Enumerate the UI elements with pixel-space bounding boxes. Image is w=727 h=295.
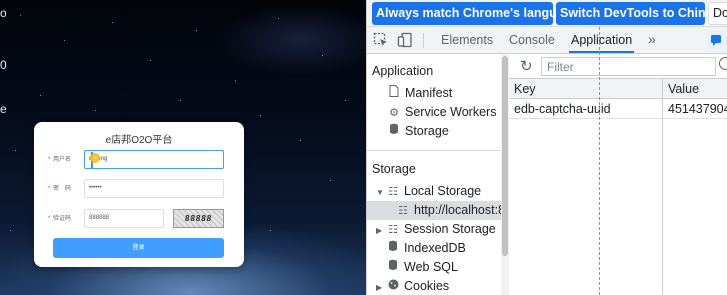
- sidebar-item-service-workers[interactable]: ⚙ Service Workers: [387, 103, 496, 122]
- more-tabs-chevron-icon[interactable]: »: [648, 31, 656, 47]
- captcha-input[interactable]: 888888: [84, 209, 164, 228]
- database-icon: [387, 123, 401, 142]
- table-cell-value[interactable]: 451437904f: [663, 99, 727, 119]
- collapsed-triangle-icon[interactable]: ▶: [376, 221, 386, 240]
- application-sidebar: Application Manifest ⚙ Service Workers St…: [367, 54, 509, 295]
- sidebar-item-session-storage[interactable]: ▶ ☷ Session Storage: [376, 220, 496, 239]
- column-header-value[interactable]: Value: [663, 79, 727, 99]
- sidebar-item-cookies[interactable]: ▶ Cookies: [376, 277, 449, 295]
- sidebar-heading-application: Application: [372, 64, 434, 78]
- login-card: e店邦O2O平台 * 用户名 qdfeng * 密 码 •••••• * 验证码…: [34, 122, 244, 267]
- device-toolbar-icon[interactable]: [397, 32, 413, 48]
- mouse-highlight-icon: [90, 153, 100, 163]
- gear-icon: ⚙: [389, 107, 399, 119]
- sidebar-item-storage[interactable]: Storage: [387, 122, 449, 141]
- switch-to-chinese-button[interactable]: Switch DevTools to Chinese: [556, 2, 726, 25]
- page-text-fragment: e: [0, 102, 7, 116]
- toolbar-divider: [423, 33, 424, 48]
- username-row: * 用户名 qdfeng: [34, 150, 244, 169]
- clear-all-icon[interactable]: [719, 57, 727, 70]
- login-title: e店邦O2O平台: [105, 135, 173, 146]
- issues-badge-icon[interactable]: [707, 31, 727, 49]
- captcha-image[interactable]: 88888: [173, 209, 224, 228]
- expanded-triangle-icon[interactable]: ▼: [376, 183, 386, 202]
- sidebar-item-local-storage[interactable]: ▼ ☷ Local Storage: [376, 182, 481, 201]
- column-header-key[interactable]: Key: [509, 79, 662, 99]
- cookie-icon: [386, 278, 400, 295]
- database-icon: [386, 240, 400, 259]
- devtools-tabbar: Elements Console Application »: [367, 27, 727, 54]
- sidebar-scrollbar-thumb[interactable]: [502, 56, 508, 256]
- filter-input[interactable]: Filter: [541, 57, 716, 76]
- column-separator[interactable]: [662, 79, 663, 295]
- sidebar-item-web-sql[interactable]: Web SQL: [386, 258, 458, 277]
- page-text-fragment: o: [0, 6, 7, 20]
- login-button[interactable]: 登录: [53, 238, 224, 258]
- red-guide-line: [599, 27, 600, 295]
- sidebar-scrollbar[interactable]: [501, 54, 509, 295]
- storage-toolbar: ↻ Filter: [509, 54, 727, 79]
- web-page-viewport: o 0 e e店邦O2O平台 * 用户名 qdfeng * 密 码 ••••••…: [0, 0, 366, 295]
- refresh-icon[interactable]: ↻: [520, 57, 533, 75]
- page-text-fragment: 0: [0, 58, 7, 72]
- always-match-language-button[interactable]: Always match Chrome's language: [372, 2, 578, 25]
- grid-icon: ☷: [398, 205, 408, 217]
- tab-application[interactable]: Application: [569, 27, 635, 53]
- sidebar-item-manifest[interactable]: Manifest: [387, 84, 452, 103]
- sidebar-item-localhost-origin[interactable]: ☷ http://localhost:8: [367, 201, 505, 220]
- devtools-panel: Always match Chrome's language Switch De…: [366, 0, 727, 295]
- document-icon: [387, 85, 401, 104]
- inspect-element-icon[interactable]: [373, 32, 389, 48]
- sidebar-heading-storage: Storage: [372, 162, 416, 176]
- database-icon: [386, 259, 400, 278]
- language-infobar: Always match Chrome's language Switch De…: [367, 0, 727, 27]
- password-input[interactable]: ••••••: [84, 179, 224, 198]
- grid-icon: ☷: [388, 186, 398, 198]
- grid-icon: ☷: [388, 224, 398, 236]
- username-label: * 用户名: [48, 157, 72, 163]
- tab-console[interactable]: Console: [507, 27, 557, 53]
- table-cell-key[interactable]: edb-captcha-uuid: [509, 99, 662, 119]
- sidebar-item-indexeddb[interactable]: IndexedDB: [386, 239, 466, 258]
- captcha-row: * 验证码 888888 88888: [34, 209, 244, 228]
- storage-main-pane: ↻ Filter Key Value edb-captcha-uuid 4514…: [509, 54, 727, 295]
- tab-elements[interactable]: Elements: [439, 27, 495, 53]
- username-input[interactable]: qdfeng: [84, 150, 224, 169]
- dont-show-again-button[interactable]: Do: [708, 2, 727, 25]
- sidebar-divider: [367, 150, 501, 151]
- captcha-label: * 验证码: [48, 216, 72, 222]
- password-row: * 密 码 ••••••: [34, 179, 244, 198]
- password-label: * 密 码: [48, 186, 72, 192]
- collapsed-triangle-icon[interactable]: ▶: [376, 278, 386, 295]
